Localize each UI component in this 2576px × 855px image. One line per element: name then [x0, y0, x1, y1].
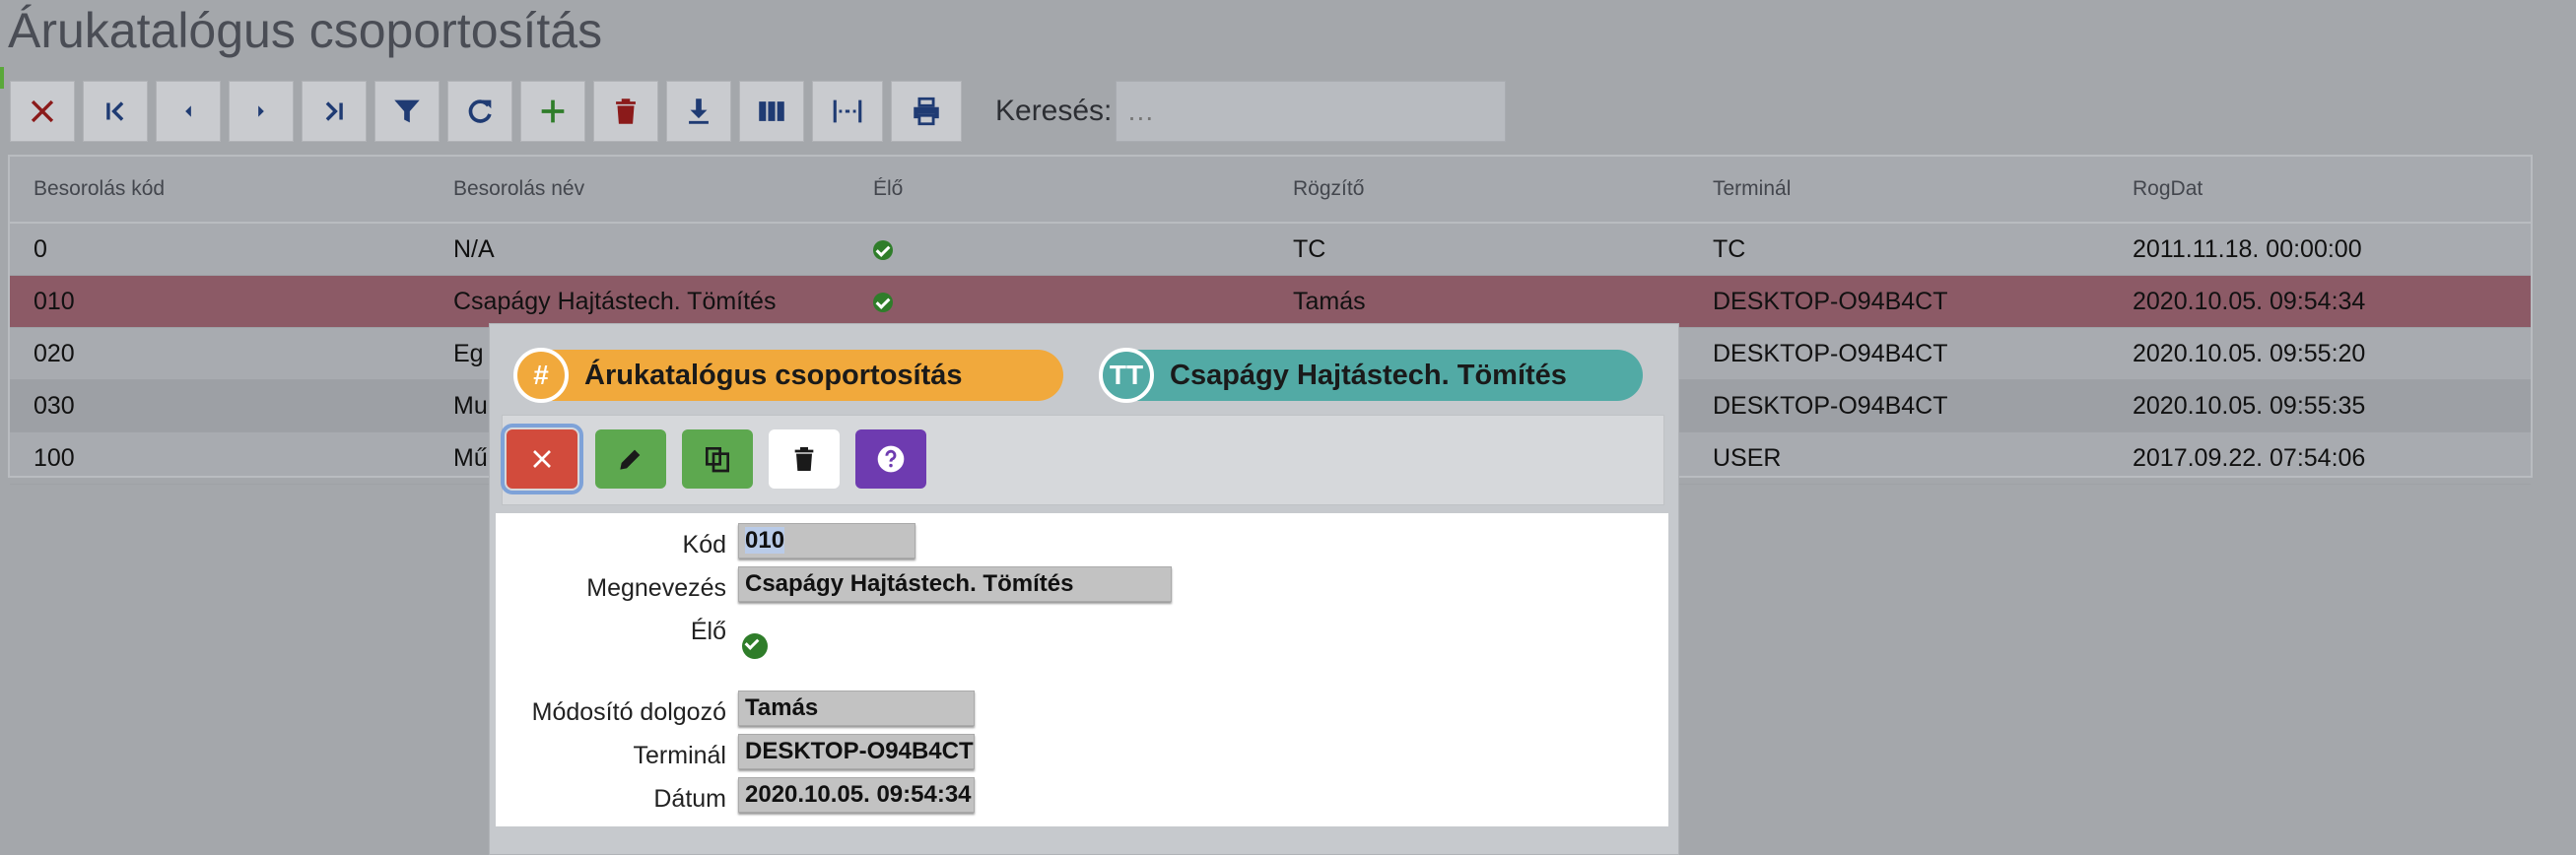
datum-label: Dátum	[653, 785, 726, 813]
dialog-delete-button[interactable]	[769, 429, 840, 489]
cell-rogzito: Tamás	[1293, 287, 1366, 315]
last-record-icon	[325, 101, 343, 121]
cell-terminal: USER	[1713, 443, 1782, 472]
column-header-besorolas-nev[interactable]: Besorolás név	[430, 177, 849, 201]
megnevezes-field[interactable]: Csapágy Hajtástech. Tömítés	[738, 566, 1172, 602]
trash-icon	[794, 447, 814, 471]
record-name-label: Csapágy Hajtástech. Tömítés	[1170, 359, 1567, 391]
cell-terminal: DESKTOP-O94B4CT	[1713, 287, 1948, 315]
cell-nev: N/A	[453, 234, 495, 263]
cell-kod: 100	[34, 443, 75, 472]
copy-button[interactable]	[682, 429, 753, 489]
add-icon	[541, 99, 565, 123]
first-record-icon	[106, 101, 124, 121]
text-size-icon: TT	[1099, 348, 1154, 403]
kod-field[interactable]: 010	[738, 523, 915, 559]
filter-icon	[394, 99, 420, 123]
hash-icon: #	[513, 348, 569, 403]
print-button[interactable]	[891, 81, 962, 142]
search-label: Keresés:	[995, 95, 1113, 127]
previous-icon	[185, 105, 191, 117]
cell-kod: 030	[34, 391, 75, 420]
help-icon	[877, 445, 905, 473]
cell-rogdat: 2011.11.18. 00:00:00	[2133, 234, 2362, 263]
search-input[interactable]	[1116, 81, 1507, 142]
print-icon	[914, 97, 939, 126]
cell-rogdat: 2020.10.05. 09:54:34	[2133, 287, 2366, 315]
datum-field[interactable]: 2020.10.05. 09:54:34	[738, 777, 975, 813]
record-form: Kód 010 Megnevezés Csapágy Hajtástech. T…	[496, 513, 1668, 826]
pencil-icon	[620, 449, 641, 470]
cell-terminal: DESKTOP-O94B4CT	[1713, 339, 1948, 367]
copy-icon	[706, 447, 729, 473]
close-icon	[31, 99, 54, 123]
dialog-close-button[interactable]	[501, 424, 583, 494]
grid-header: Besorolás kód Besorolás név Élő Rögzítő …	[10, 157, 2531, 224]
megnevezes-label: Megnevezés	[586, 574, 726, 602]
cell-elo	[849, 288, 1269, 316]
cell-elo	[849, 235, 1269, 264]
column-header-rogdat[interactable]: RogDat	[2109, 177, 2529, 201]
download-icon	[689, 99, 709, 124]
edit-button[interactable]	[595, 429, 666, 489]
column-header-rogzito[interactable]: Rögzítő	[1269, 177, 1689, 201]
add-button[interactable]	[520, 81, 585, 142]
table-name-pill: # Árukatalógus csoportosítás	[513, 348, 1063, 403]
kod-value: 010	[745, 527, 785, 554]
kod-label: Kód	[682, 531, 726, 559]
modosito-field[interactable]: Tamás	[738, 691, 975, 726]
cell-kod: 0	[34, 234, 47, 263]
next-icon	[258, 105, 264, 117]
fit-columns-icon	[833, 99, 862, 123]
help-button[interactable]	[855, 429, 926, 489]
page-title: Árukatalógus csoportosítás	[8, 3, 603, 58]
column-header-besorolas-kod[interactable]: Besorolás kód	[10, 177, 430, 201]
table-row[interactable]: 0 N/A TC TC 2011.11.18. 00:00:00	[10, 224, 2531, 276]
cell-nev: Csapágy Hajtástech. Tömítés	[453, 287, 777, 315]
check-icon	[873, 239, 893, 260]
cell-rogdat: 2020.10.05. 09:55:35	[2133, 391, 2366, 420]
status-marker	[0, 67, 4, 89]
column-header-terminal[interactable]: Terminál	[1689, 177, 2109, 201]
cell-rogzito: TC	[1293, 234, 1326, 263]
previous-button[interactable]	[156, 81, 221, 142]
next-button[interactable]	[229, 81, 294, 142]
cell-rogdat: 2020.10.05. 09:55:20	[2133, 339, 2366, 367]
last-record-button[interactable]	[302, 81, 367, 142]
table-name-label: Árukatalógus csoportosítás	[584, 359, 963, 391]
dialog-toolbar	[501, 415, 1664, 505]
delete-button[interactable]	[593, 81, 658, 142]
modosito-label: Módosító dolgozó	[531, 698, 726, 726]
elo-check-icon[interactable]	[742, 633, 768, 659]
check-icon	[873, 292, 893, 312]
trash-icon	[616, 99, 636, 124]
first-record-button[interactable]	[83, 81, 148, 142]
cell-terminal: TC	[1713, 234, 1746, 263]
close-button[interactable]	[10, 81, 75, 142]
record-detail-dialog: # Árukatalógus csoportosítás TT Csapágy …	[489, 323, 1679, 855]
columns-button[interactable]	[739, 81, 804, 142]
columns-icon	[759, 101, 784, 121]
close-icon	[533, 450, 551, 468]
filter-button[interactable]	[374, 81, 440, 142]
cell-rogdat: 2017.09.22. 07:54:06	[2133, 443, 2366, 472]
column-header-elo[interactable]: Élő	[849, 177, 1269, 201]
terminal-field[interactable]: DESKTOP-O94B4CT	[738, 734, 975, 769]
fit-columns-button[interactable]	[812, 81, 883, 142]
download-button[interactable]	[666, 81, 731, 142]
refresh-icon	[468, 99, 492, 123]
terminal-label: Terminál	[633, 742, 726, 769]
elo-label: Élő	[690, 618, 726, 645]
cell-kod: 010	[34, 287, 75, 315]
main-toolbar: Keresés:	[10, 77, 1507, 146]
table-row-selected[interactable]: 010 Csapágy Hajtástech. Tömítés Tamás DE…	[10, 276, 2531, 328]
cell-kod: 020	[34, 339, 75, 367]
record-name-pill: TT Csapágy Hajtástech. Tömítés	[1099, 348, 1643, 403]
refresh-button[interactable]	[447, 81, 512, 142]
cell-terminal: DESKTOP-O94B4CT	[1713, 391, 1948, 420]
